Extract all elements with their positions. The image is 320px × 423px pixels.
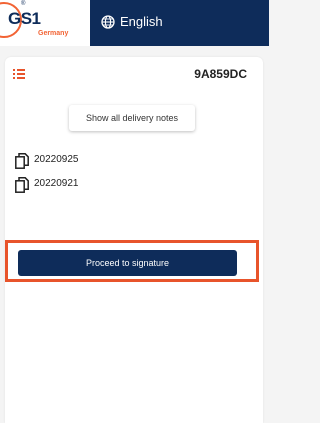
language-selector[interactable]: English bbox=[90, 0, 269, 46]
globe-icon bbox=[101, 15, 115, 29]
app-header: GS1 ® Germany English bbox=[0, 0, 269, 46]
gs1-logo: GS1 ® Germany bbox=[0, 0, 90, 46]
delivery-note-label: 20220925 bbox=[34, 154, 79, 165]
proceed-to-signature-button[interactable]: Proceed to signature bbox=[18, 250, 237, 276]
copy-icon bbox=[15, 153, 29, 169]
language-label: English bbox=[120, 14, 163, 29]
logo-brand-text: GS1 bbox=[8, 9, 41, 28]
list-icon[interactable] bbox=[13, 69, 25, 79]
document-id: 9A859DC bbox=[194, 67, 247, 81]
delivery-card: 9A859DC Show all delivery notes 20220925… bbox=[5, 57, 263, 423]
delivery-note-label: 20220921 bbox=[34, 178, 79, 189]
copy-icon bbox=[15, 177, 29, 193]
show-all-delivery-notes-button[interactable]: Show all delivery notes bbox=[69, 105, 195, 131]
delivery-note-item[interactable]: 20220925 bbox=[15, 153, 135, 169]
delivery-note-item[interactable]: 20220921 bbox=[15, 177, 135, 193]
logo-country-text: Germany bbox=[38, 30, 69, 37]
logo-registered-mark: ® bbox=[21, 1, 26, 7]
